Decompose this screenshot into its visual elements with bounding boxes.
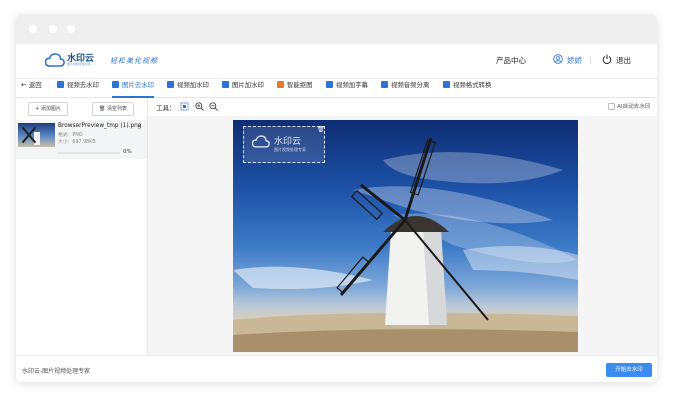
- top-bar: 水印云 图片视频处理专家 轻松美化视频 产品中心 娇娇 退出: [16, 44, 657, 79]
- file-progress-bar: [58, 152, 120, 154]
- file-list-item[interactable]: BrowserPreview_tmp (1).png 格式：PNG 大小：697…: [16, 120, 147, 159]
- power-icon[interactable]: [602, 54, 612, 64]
- zoom-out-icon[interactable]: [209, 102, 218, 111]
- tab-video-add-watermark[interactable]: 视频加水印: [167, 79, 209, 96]
- watermark-cloud-icon: [252, 135, 270, 148]
- footer-tagline: 水印云-图片视频处理专家: [22, 368, 91, 375]
- file-progress-percent: 0%: [123, 149, 132, 155]
- watermark-selection-box[interactable]: 水印云 图片视频处理专家 🗑: [243, 126, 325, 163]
- magic-wand-icon: [277, 81, 284, 88]
- tab-video-audio-split[interactable]: 视频音频分离: [381, 79, 429, 96]
- selection-tool-icon[interactable]: [180, 102, 189, 111]
- tab-image-remove-watermark[interactable]: 图片去水印: [112, 79, 154, 98]
- tab-video-subtitles[interactable]: 视频加字幕: [326, 79, 368, 96]
- start-remove-watermark-button[interactable]: 开始去水印: [606, 363, 652, 377]
- file-format: 格式：PNG: [58, 133, 83, 138]
- tab-video-format-convert[interactable]: 视频格式转换: [443, 79, 491, 96]
- file-thumbnail: [18, 123, 55, 147]
- video-icon: [57, 81, 64, 88]
- logout-link[interactable]: 退出: [616, 55, 631, 66]
- footer-bar: 水印云-图片视频处理专家 开始去水印: [16, 355, 657, 382]
- product-center-link[interactable]: 产品中心: [496, 55, 526, 66]
- back-button[interactable]: ← 返回: [21, 79, 42, 96]
- editor-toolbar: 工具： AI自动去水印: [148, 98, 657, 116]
- topnav-divider: [590, 57, 591, 64]
- auto-remove-label: AI自动去水印: [617, 104, 651, 110]
- zoom-in-icon[interactable]: [195, 102, 204, 111]
- trash-icon: 🗑: [99, 106, 106, 112]
- remove-file-icon[interactable]: ✕: [137, 123, 142, 130]
- window-maximize-dot[interactable]: [67, 25, 75, 33]
- subtitle-icon: [326, 81, 333, 88]
- window-titlebar: [16, 14, 657, 44]
- clear-list-button[interactable]: 🗑 清空列表: [92, 102, 134, 116]
- tab-video-remove-watermark[interactable]: 视频去水印: [57, 79, 99, 96]
- tab-smart-cutout[interactable]: 智能抠图: [277, 79, 313, 96]
- add-image-button[interactable]: + 添加图片: [28, 102, 68, 116]
- file-size: 大小：697.98KB: [58, 140, 96, 145]
- watermark-text: 水印云: [274, 137, 302, 147]
- feature-tabs: ← 返回 视频去水印 图片去水印 视频加水印 图片加水印 智能抠图 视频加字幕 …: [16, 79, 657, 98]
- tools-label: 工具：: [156, 104, 176, 112]
- cloud-logo-icon: [45, 53, 65, 67]
- video-icon: [167, 81, 174, 88]
- file-name: BrowserPreview_tmp (1).png: [58, 123, 142, 129]
- window-minimize-dot[interactable]: [49, 25, 57, 33]
- convert-icon: [443, 81, 450, 88]
- auto-remove-checkbox[interactable]: [608, 103, 615, 110]
- preview-image: 水印云 图片视频处理专家 🗑: [233, 120, 578, 352]
- image-canvas[interactable]: 水印云 图片视频处理专家 🗑: [148, 116, 657, 355]
- image-icon: [222, 81, 229, 88]
- watermark-subtext: 图片视频处理专家: [274, 147, 306, 152]
- window-close-dot[interactable]: [29, 25, 37, 33]
- back-arrow-icon: ←: [21, 81, 27, 89]
- user-avatar-icon[interactable]: [553, 54, 563, 64]
- delete-selection-icon[interactable]: 🗑: [317, 126, 325, 133]
- app-slogan: 轻松美化视频: [110, 57, 158, 65]
- tab-image-add-watermark[interactable]: 图片加水印: [222, 79, 264, 96]
- app-window: 水印云 图片视频处理专家 轻松美化视频 产品中心 娇娇 退出 ← 返回 视频去水…: [16, 14, 657, 382]
- audio-split-icon: [381, 81, 388, 88]
- app-logo[interactable]: 水印云 图片视频处理专家 轻松美化视频: [45, 50, 158, 72]
- file-list-panel: + 添加图片 🗑 清空列表 BrowserPreview_tmp (1).png…: [16, 98, 148, 355]
- logo-subtitle: 图片视频处理专家: [67, 62, 92, 66]
- image-icon: [112, 81, 119, 88]
- user-name[interactable]: 娇娇: [567, 55, 582, 66]
